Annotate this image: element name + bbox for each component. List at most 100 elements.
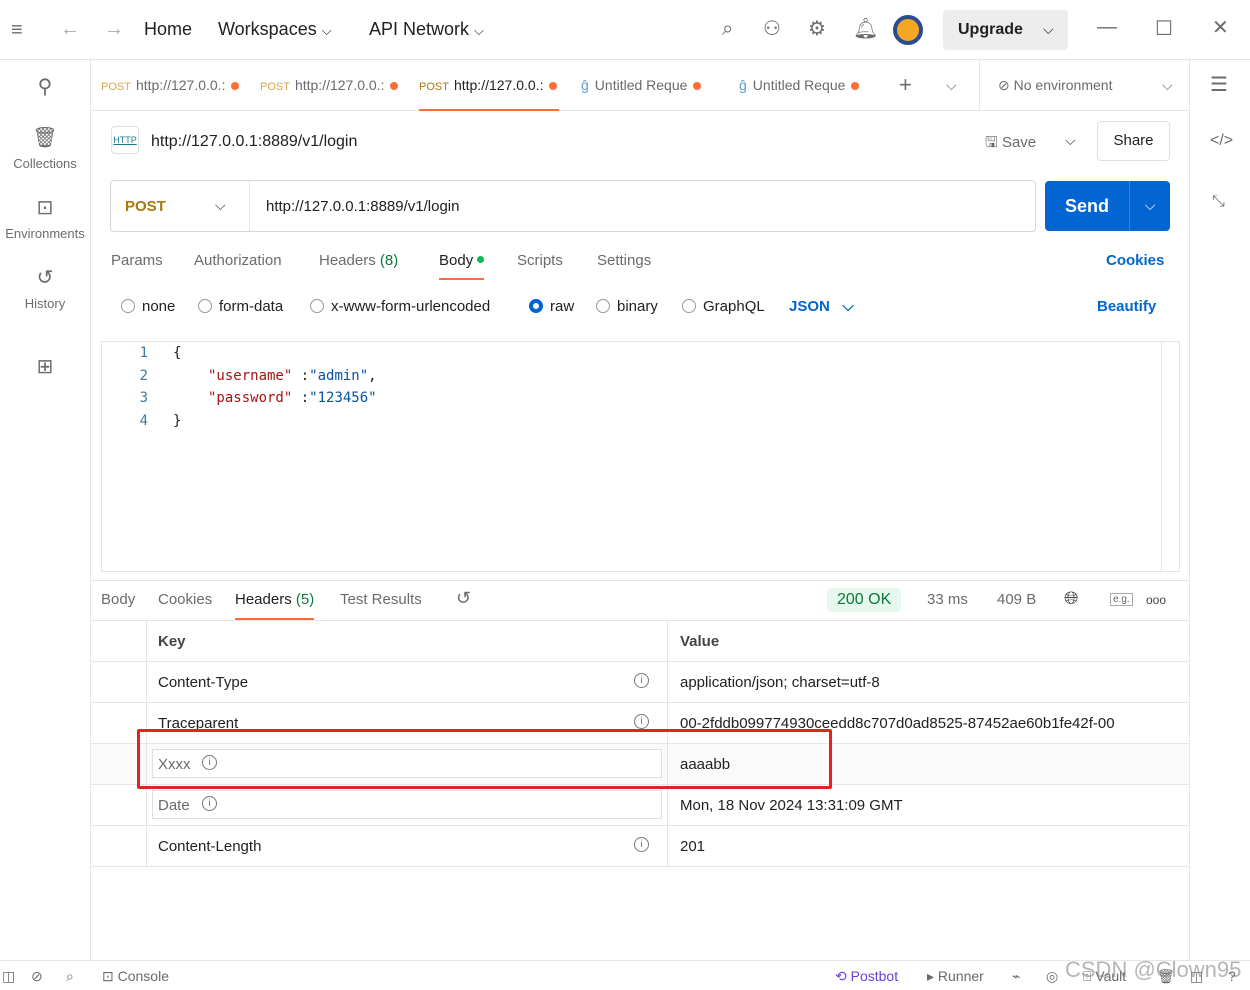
bell-icon[interactable]: 🔔︎ — [853, 19, 878, 39]
tab-scripts[interactable]: Scripts — [517, 252, 563, 269]
tab-body[interactable]: Body — [439, 252, 485, 280]
tab-request[interactable]: POST http://127.0.0.: — [101, 60, 240, 111]
sidebar-item-history[interactable]: ↺ History — [0, 265, 90, 311]
add-widget-icon[interactable]: ⊞ — [0, 354, 90, 385]
related-icon[interactable]: ⤡ — [1212, 192, 1225, 212]
graphql-icon: ĝ — [739, 77, 747, 93]
column-key: Key — [158, 633, 186, 650]
status-bar: ◫ ⊘ ⌕ ⊡ Console ⟲ Postbot ▸ Runner ⌁ ◎ ⍐… — [0, 957, 1250, 990]
tab-settings[interactable]: Settings — [597, 252, 651, 269]
cookies-link[interactable]: Cookies — [1106, 252, 1164, 269]
send-dropdown-icon[interactable]: ⌵ — [1129, 181, 1170, 231]
info-icon: i — [634, 673, 649, 688]
line-number: 3 — [139, 390, 148, 406]
postbot-button[interactable]: ⟲ Postbot — [835, 968, 898, 985]
line-number: 1 — [139, 345, 148, 361]
search-icon[interactable]: ⌕ — [722, 19, 733, 39]
response-time[interactable]: 33 ms — [927, 591, 968, 608]
sidebar-item-environments[interactable]: ⊡ Environments — [0, 195, 90, 241]
cookies-icon[interactable]: ◎ — [1046, 968, 1058, 985]
tab-authorization[interactable]: Authorization — [194, 252, 282, 269]
chevron-down-icon: ⌵ — [474, 23, 484, 38]
status-badge[interactable]: 200 OK — [827, 588, 902, 612]
workspaces-menu[interactable]: Workspaces ⌵ — [218, 19, 332, 40]
history-icon[interactable]: ↺ — [456, 588, 471, 609]
search-icon[interactable]: ⌕ — [66, 968, 74, 985]
request-tabs-bar: POST http://127.0.0.: POST http://127.0.0.… — [91, 60, 1189, 111]
new-tab-button[interactable]: + — [899, 60, 912, 111]
code-line: } — [173, 413, 182, 429]
tabs-dropdown-icon[interactable]: ⌵ — [946, 60, 957, 111]
gear-icon[interactable]: ⚙ — [808, 19, 826, 39]
sidebar-item-collections[interactable]: 🗑︎ Collections — [0, 125, 90, 171]
tab-headers[interactable]: Headers (8) — [319, 252, 398, 269]
more-options-icon[interactable]: ooo — [1146, 593, 1166, 607]
share-button[interactable]: Share — [1097, 121, 1170, 161]
code-icon[interactable]: </> — [1210, 131, 1233, 151]
format-select[interactable]: JSON ⌵ — [789, 298, 854, 315]
right-sidebar: ☰ </> ⤡ — [1189, 60, 1250, 960]
documentation-icon[interactable]: ☰ — [1210, 75, 1228, 95]
runner-button[interactable]: ▸ Runner — [927, 968, 984, 985]
close-icon[interactable]: ✕ — [1212, 18, 1229, 38]
highlight-box — [137, 729, 832, 789]
tab-graphql-request[interactable]: ĝ Untitled Reque — [739, 60, 860, 111]
radio-form-data[interactable]: form-data — [198, 298, 283, 315]
chevron-down-icon[interactable]: ⌵ — [1043, 21, 1054, 38]
response-divider[interactable] — [91, 580, 1189, 581]
forward-arrow-icon[interactable]: → — [104, 19, 124, 39]
response-tab-headers[interactable]: Headers (5) — [235, 591, 315, 620]
tab-params[interactable]: Params — [111, 252, 163, 269]
request-title[interactable]: http://127.0.0.1:8889/v1/login — [151, 133, 357, 151]
save-icon: 🖫︎ — [985, 134, 998, 151]
editor-scrollbar[interactable] — [1161, 342, 1180, 571]
back-arrow-icon[interactable]: ← — [60, 19, 80, 39]
radio-binary[interactable]: binary — [596, 298, 658, 315]
http-icon: HTTP — [111, 126, 139, 154]
sidebar-toggle-icon[interactable]: ◫ — [2, 968, 15, 985]
radio-none[interactable]: none — [121, 298, 175, 315]
tab-request-active[interactable]: POST http://127.0.0.: — [419, 60, 560, 111]
home-link[interactable]: Home — [144, 19, 192, 40]
globe-icon[interactable]: 🌐︎ — [1064, 588, 1078, 609]
info-icon: i — [634, 837, 649, 852]
console-button[interactable]: ⊡ Console — [102, 968, 169, 985]
url-input[interactable]: http://127.0.0.1:8889/v1/login — [266, 198, 459, 215]
maximize-icon[interactable]: ☐ — [1155, 19, 1173, 39]
radio-urlencoded[interactable]: x-www-form-urlencoded — [310, 298, 490, 315]
save-button[interactable]: 🖫︎ Save — [985, 132, 1036, 157]
response-size[interactable]: 409 B — [997, 591, 1036, 608]
online-status-icon[interactable]: ⊘ — [31, 968, 43, 985]
chevron-down-icon: ⌵ — [321, 23, 332, 38]
account-icon[interactable]: ⚲ — [0, 74, 90, 105]
radio-raw[interactable]: raw — [529, 298, 574, 315]
tab-graphql-request[interactable]: ĝ Untitled Reque — [581, 60, 702, 111]
code-line: "password" :"123456" — [208, 390, 377, 406]
environment-icon: ⊡ — [36, 197, 54, 219]
response-tab-cookies[interactable]: Cookies — [158, 591, 212, 608]
capture-icon[interactable]: ⌁ — [1012, 968, 1020, 985]
api-network-menu[interactable]: API Network ⌵ — [369, 19, 484, 40]
line-number: 2 — [139, 368, 148, 384]
menu-icon[interactable]: ≡ — [11, 20, 23, 40]
add-user-icon[interactable]: ⚇ — [763, 19, 781, 39]
upgrade-button[interactable]: Upgrade ⌵ — [943, 10, 1068, 50]
method-select[interactable]: POST ⌵ — [111, 181, 250, 231]
example-icon[interactable]: e.g. — [1110, 593, 1133, 606]
tab-request[interactable]: POST http://127.0.0.: — [260, 60, 399, 111]
response-tab-body[interactable]: Body — [101, 591, 135, 608]
avatar[interactable] — [893, 15, 923, 45]
environment-selector[interactable]: ⊘ No environment ⌵ — [979, 60, 1189, 111]
graphql-icon: ĝ — [581, 77, 589, 93]
response-tab-test-results[interactable]: Test Results — [340, 591, 422, 608]
save-dropdown-icon[interactable]: ⌵ — [1065, 132, 1076, 149]
minimize-icon[interactable]: — — [1097, 17, 1117, 37]
trash-bin-icon: 🗑︎ — [32, 127, 58, 149]
api-network-label: API Network — [369, 19, 470, 39]
body-indicator-dot — [477, 256, 485, 263]
chevron-down-icon: ⌵ — [215, 197, 226, 213]
beautify-button[interactable]: Beautify — [1097, 298, 1156, 315]
info-icon: i — [202, 796, 217, 811]
send-button[interactable]: Send ⌵ — [1045, 181, 1170, 231]
radio-graphql[interactable]: GraphQL — [682, 298, 765, 315]
